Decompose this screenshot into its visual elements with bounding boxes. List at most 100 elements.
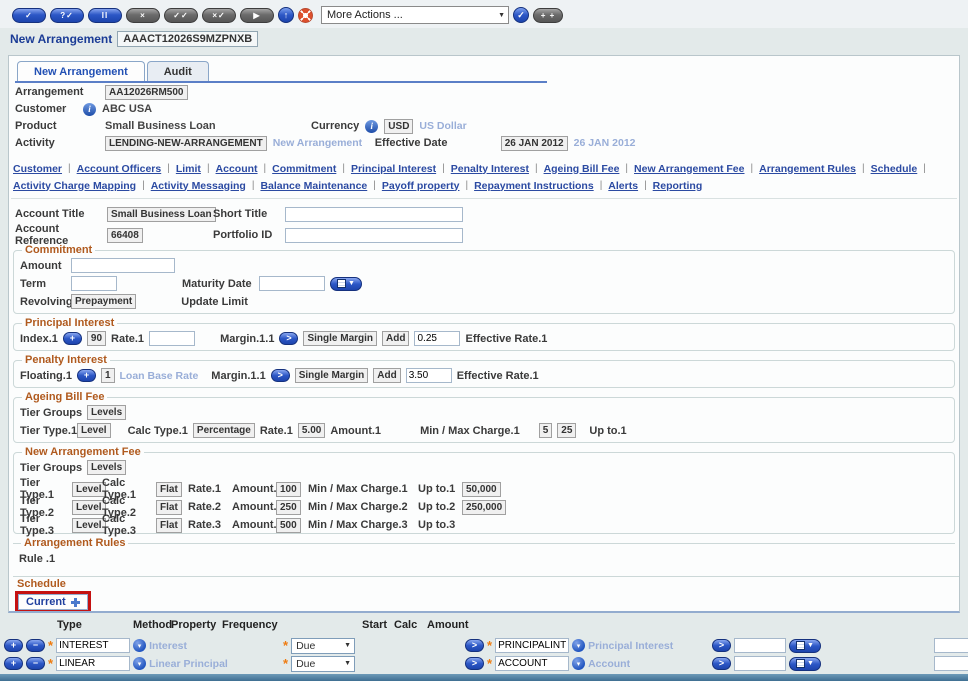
amount-input[interactable] — [934, 656, 968, 671]
frequency-select[interactable]: Due ▼ — [291, 638, 355, 654]
type-input[interactable] — [56, 638, 130, 653]
property-enrichment: Principal Interest — [588, 640, 673, 652]
chevron-down-icon[interactable]: ▾ — [133, 657, 146, 670]
tier-groups-value: Levels — [87, 460, 126, 475]
nav-link-principal-interest[interactable]: Principal Interest — [351, 163, 436, 175]
property-input[interactable] — [495, 656, 569, 671]
validate-button[interactable]: ?✓ — [50, 8, 84, 23]
currency-label: Currency — [311, 120, 359, 132]
required-icon: * — [283, 659, 288, 669]
index-value: 90 — [87, 331, 106, 346]
authorize-button[interactable]: ✓✓ — [164, 8, 198, 23]
tab-new-arrangement[interactable]: New Arrangement — [17, 61, 145, 81]
confirm-button[interactable]: ✓ — [513, 7, 529, 23]
currency-name: US Dollar — [419, 120, 466, 132]
tier-type-label: Tier Type.3 — [20, 513, 72, 537]
short-title-input[interactable] — [285, 207, 463, 222]
nav-link-account[interactable]: Account — [216, 163, 258, 175]
margin-type-value: Single Margin — [295, 368, 369, 383]
info-icon[interactable]: i — [365, 120, 378, 133]
add-row-button[interactable]: + — [4, 639, 23, 652]
add-row-button[interactable]: + — [4, 657, 23, 670]
more-actions-label: More Actions ... — [327, 9, 403, 21]
reverse-button[interactable]: ×✓ — [202, 8, 236, 23]
calendar-button[interactable]: ▼ — [330, 277, 362, 291]
calendar-dropdown-icon: ▼ — [807, 642, 814, 649]
chevron-down-icon[interactable]: ▾ — [572, 639, 585, 652]
expand-button[interactable]: + — [63, 332, 82, 345]
commit-button[interactable]: ✓ — [12, 8, 46, 23]
maturity-date-input[interactable] — [259, 276, 325, 291]
help-icon[interactable] — [298, 8, 313, 23]
nav-link-reporting[interactable]: Reporting — [653, 180, 703, 192]
portfolio-id-input[interactable] — [285, 228, 463, 243]
drill-button[interactable]: > — [271, 369, 290, 382]
drill-button[interactable]: > — [465, 657, 484, 670]
nav-link-activity-messaging[interactable]: Activity Messaging — [151, 180, 246, 192]
nav-link-commitment[interactable]: Commitment — [272, 163, 336, 175]
rule-label: Rule .1 — [19, 553, 55, 565]
amount-input[interactable] — [934, 638, 968, 653]
required-icon: * — [487, 641, 492, 651]
frequency-select[interactable]: Due ▼ — [291, 656, 355, 672]
tab-audit[interactable]: Audit — [147, 61, 209, 81]
nav-link-customer[interactable]: Customer — [13, 163, 62, 175]
required-icon: * — [48, 659, 53, 669]
title-row: New Arrangement AAACT12026S9MZPNXB — [10, 31, 258, 47]
drill-button[interactable]: > — [712, 639, 731, 652]
nav-link-arrangement-rules[interactable]: Arrangement Rules — [759, 163, 856, 175]
more-actions-select[interactable]: More Actions ... ▼ — [321, 6, 509, 24]
add-schedule-icon[interactable] — [71, 598, 80, 607]
drill-button[interactable]: > — [279, 332, 298, 345]
chevron-down-icon[interactable]: ▾ — [572, 657, 585, 670]
nav-separator: | — [68, 163, 71, 174]
nav-link-alerts[interactable]: Alerts — [608, 180, 638, 192]
property-input[interactable] — [495, 638, 569, 653]
hold-button[interactable]: II — [88, 8, 122, 23]
remove-row-button[interactable]: − — [26, 657, 45, 670]
margin-rate-input[interactable] — [406, 368, 452, 383]
drill-button[interactable]: > — [465, 639, 484, 652]
type-input[interactable] — [56, 656, 130, 671]
maturity-date-label: Maturity Date — [182, 278, 254, 290]
delete-button[interactable]: × — [126, 8, 160, 23]
start-date-input[interactable] — [734, 656, 786, 671]
upto-label: Up to.2 — [418, 501, 462, 513]
nav-link-penalty-interest[interactable]: Penalty Interest — [451, 163, 529, 175]
term-input[interactable] — [71, 276, 117, 291]
drill-button[interactable]: > — [712, 657, 731, 670]
nav-link-payoff-property[interactable]: Payoff property — [382, 180, 460, 192]
floating-enrichment: Loan Base Rate — [120, 370, 199, 382]
nav-link-schedule[interactable]: Schedule — [871, 163, 918, 175]
margin-rate-input[interactable] — [414, 331, 460, 346]
tier-groups-value: Levels — [87, 405, 126, 420]
start-date-input[interactable] — [734, 638, 786, 653]
expand-button[interactable]: + — [77, 369, 96, 382]
amount-value: 250 — [276, 500, 301, 515]
chevron-down-icon[interactable]: ▾ — [133, 639, 146, 652]
nav-link-ageing-bill-fee[interactable]: Ageing Bill Fee — [544, 163, 620, 175]
nav-link-account-officers[interactable]: Account Officers — [77, 163, 162, 175]
nav-link-repayment-instructions[interactable]: Repayment Instructions — [474, 180, 594, 192]
product-value: Small Business Loan — [105, 120, 305, 132]
forward-button[interactable]: ▶ — [240, 8, 274, 23]
required-icon: * — [487, 659, 492, 669]
nav-link-new-arrangement-fee[interactable]: New Arrangement Fee — [634, 163, 744, 175]
remove-row-button[interactable]: − — [26, 639, 45, 652]
max-charge-value: 25 — [557, 423, 576, 438]
product-row: Product Small Business Loan Currency i U… — [15, 118, 959, 134]
nav-link-balance-maintenance[interactable]: Balance Maintenance — [260, 180, 367, 192]
minmax-charge-label: Min / Max Charge.1 — [420, 425, 520, 437]
amount-input[interactable] — [71, 258, 175, 273]
schedule-tab-current[interactable]: Current — [18, 594, 88, 610]
calendar-button[interactable]: ▼ — [789, 657, 821, 671]
nav-link-activity-charge-mapping[interactable]: Activity Charge Mapping — [13, 180, 136, 192]
info-icon[interactable]: i — [83, 103, 96, 116]
launch-button[interactable]: ↑ — [278, 7, 294, 23]
expand-all-button[interactable]: + + — [533, 8, 563, 23]
nav-link-limit[interactable]: Limit — [176, 163, 201, 175]
rate-input[interactable] — [149, 331, 195, 346]
amount-value: 100 — [276, 482, 301, 497]
calendar-button[interactable]: ▼ — [789, 639, 821, 653]
margin-type-value: Single Margin — [303, 331, 377, 346]
